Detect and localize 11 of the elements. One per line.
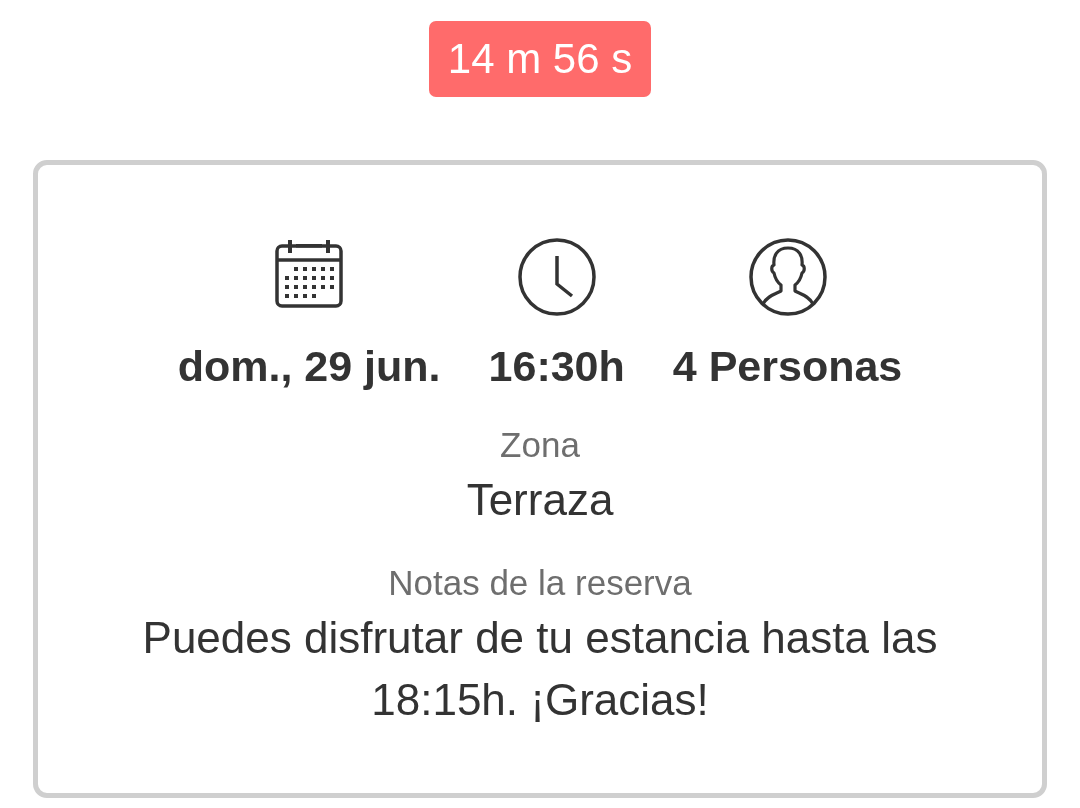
detail-label: 16:30h bbox=[488, 341, 625, 392]
field-value: Puedes disfrutar de tu estancia hasta las 18:15h. ¡Gracias! bbox=[141, 612, 939, 726]
detail-label: 4 Personas bbox=[672, 341, 903, 392]
field-label: Notas de la reserva bbox=[388, 562, 692, 604]
field-label: Zona bbox=[500, 424, 580, 466]
field-value: Terraza bbox=[466, 474, 614, 526]
person-icon bbox=[748, 238, 827, 316]
clock-icon bbox=[517, 238, 596, 316]
calendar-icon bbox=[275, 240, 344, 308]
detail-label: dom., 29 jun. bbox=[177, 341, 441, 392]
countdown-timer: 14 m 56 s bbox=[428, 21, 652, 97]
